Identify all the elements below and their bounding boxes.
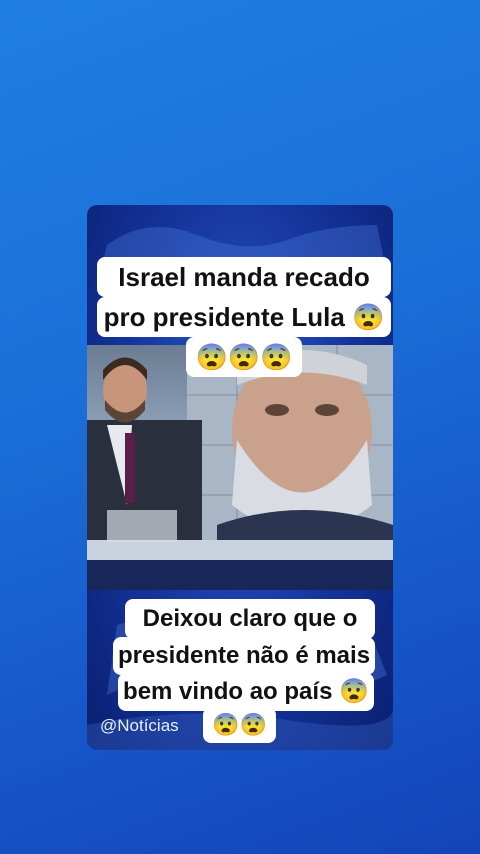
caption-bottom-line-3: bem vindo ao país 😨 — [118, 673, 374, 711]
channel-watermark: @Notícias — [100, 716, 179, 735]
news-scene — [87, 345, 393, 590]
caption-top-line-1: Israel manda recado — [97, 257, 391, 297]
caption-bottom-line-4: 😨😨 — [203, 707, 276, 743]
caption-top-line-2: pro presidente Lula 😨 — [97, 297, 391, 337]
caption-bottom-line-1: Deixou claro que o — [125, 599, 375, 639]
news-video-frame[interactable] — [87, 345, 393, 590]
caption-top-line-3: 😨😨😨 — [186, 337, 302, 377]
caption-bottom-line-2: presidente não é mais — [113, 637, 375, 675]
